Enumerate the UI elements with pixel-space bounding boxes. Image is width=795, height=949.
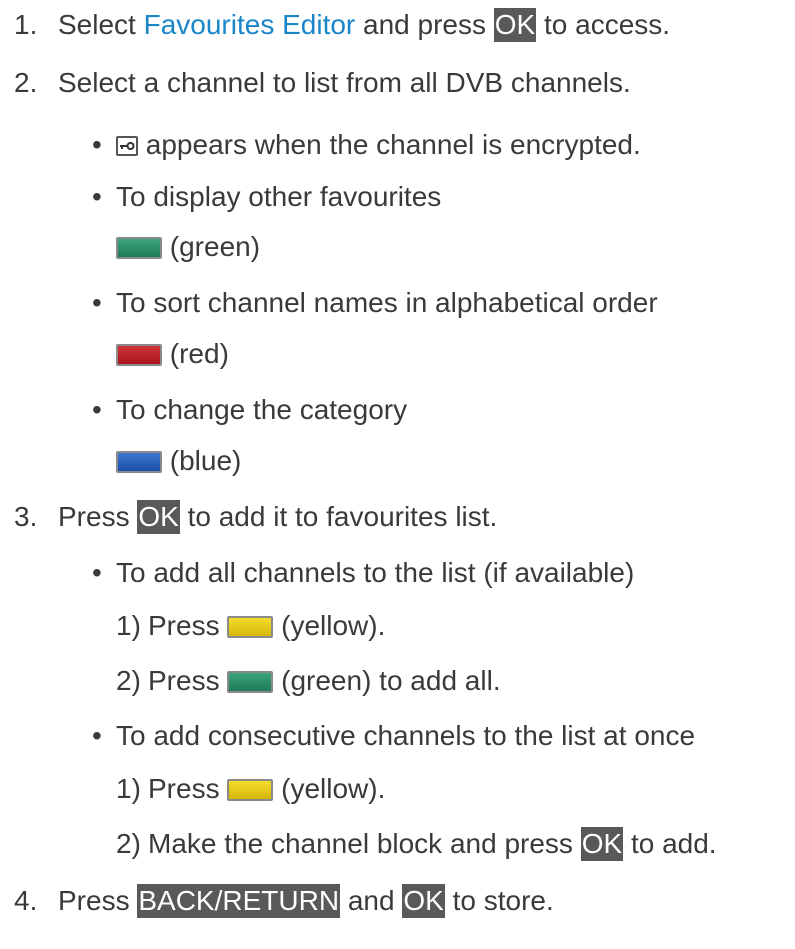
- bullet-text: To sort channel names in alphabetical or…: [116, 287, 658, 318]
- sub-step-text: Press (yellow).: [148, 769, 385, 809]
- step-number: 1.: [14, 9, 38, 40]
- sub-step-text: Press (green) to add all.: [148, 661, 501, 701]
- step-text-before: Select: [58, 9, 144, 40]
- step-number: 2.: [14, 67, 38, 98]
- sub-text-after: (green) to add all.: [273, 665, 501, 696]
- sub-text-after: (yellow).: [273, 610, 386, 641]
- step-text: Select a channel to list from all DVB ch…: [58, 67, 631, 98]
- sub-step-number: 2): [116, 665, 141, 696]
- red-button-icon: [116, 344, 162, 366]
- step-text-after: to add it to favourites list.: [179, 501, 498, 532]
- sub-step-number: 1): [116, 610, 141, 641]
- green-note: (green): [162, 231, 261, 262]
- bullet-dot: •: [92, 287, 102, 318]
- bullet-dot: •: [92, 557, 102, 588]
- sub-text-after: to add.: [623, 828, 717, 859]
- blue-button-icon: [116, 451, 162, 473]
- blue-note: (blue): [162, 445, 242, 476]
- ok-key: OK: [580, 827, 624, 861]
- action-text: (green): [116, 227, 260, 267]
- bullet-text: To add consecutive channels to the list …: [116, 720, 696, 751]
- step-text: Press OK to add it to favourites list.: [58, 497, 497, 537]
- bullet-dot: •: [92, 181, 102, 212]
- sub-step-text: Make the channel block and press OK to a…: [148, 824, 717, 864]
- sub-text-before: Press: [148, 665, 228, 696]
- bullet-text: To add all channels to the list (if avai…: [116, 557, 635, 588]
- step-text-after: to store.: [444, 885, 554, 916]
- step-text-middle: and press: [355, 9, 494, 40]
- sub-text-after: (yellow).: [273, 773, 386, 804]
- yellow-button-icon: [227, 779, 274, 801]
- sub-text-before: Make the channel block and press: [148, 828, 581, 859]
- action-text: (red): [116, 334, 229, 374]
- action-text: (blue): [116, 441, 241, 481]
- yellow-button-icon: [227, 616, 274, 638]
- step-text: Press BACK/RETURN and OK to store.: [58, 881, 554, 921]
- step-number: 4.: [14, 885, 38, 916]
- sub-step-number: 2): [116, 828, 141, 859]
- step-text: Select Favourites Editor and press OK to…: [58, 5, 670, 45]
- back-return-key: BACK/RETURN: [137, 884, 341, 918]
- bullet-dot: •: [92, 394, 102, 425]
- bullet-text: To display other favourites: [116, 181, 442, 212]
- step-text-before: Press: [58, 501, 138, 532]
- ok-key: OK: [137, 500, 180, 534]
- green-button-icon: [116, 237, 162, 259]
- sub-step-number: 1): [116, 773, 141, 804]
- step-text-middle: and: [340, 885, 403, 916]
- ok-key: OK: [493, 8, 537, 42]
- bullet-encrypted-text: appears when the channel is encrypted.: [138, 129, 641, 160]
- green-button-icon: [227, 671, 274, 693]
- sub-step-text: Press (yellow).: [148, 606, 385, 646]
- bullet-dot: •: [92, 720, 102, 751]
- ok-key: OK: [402, 884, 445, 918]
- lock-icon: [116, 136, 138, 156]
- red-note: (red): [162, 338, 229, 369]
- favourites-editor-link[interactable]: Favourites Editor: [144, 9, 356, 40]
- sub-text-before: Press: [148, 773, 228, 804]
- sub-text-before: Press: [148, 610, 228, 641]
- bullet-text: To change the category: [116, 394, 408, 425]
- step-number: 3.: [14, 501, 38, 532]
- bullet-text: appears when the channel is encrypted.: [116, 125, 641, 165]
- step-text-before: Press: [58, 885, 138, 916]
- bullet-dot: •: [92, 129, 102, 160]
- step-text-after: to access.: [536, 9, 671, 40]
